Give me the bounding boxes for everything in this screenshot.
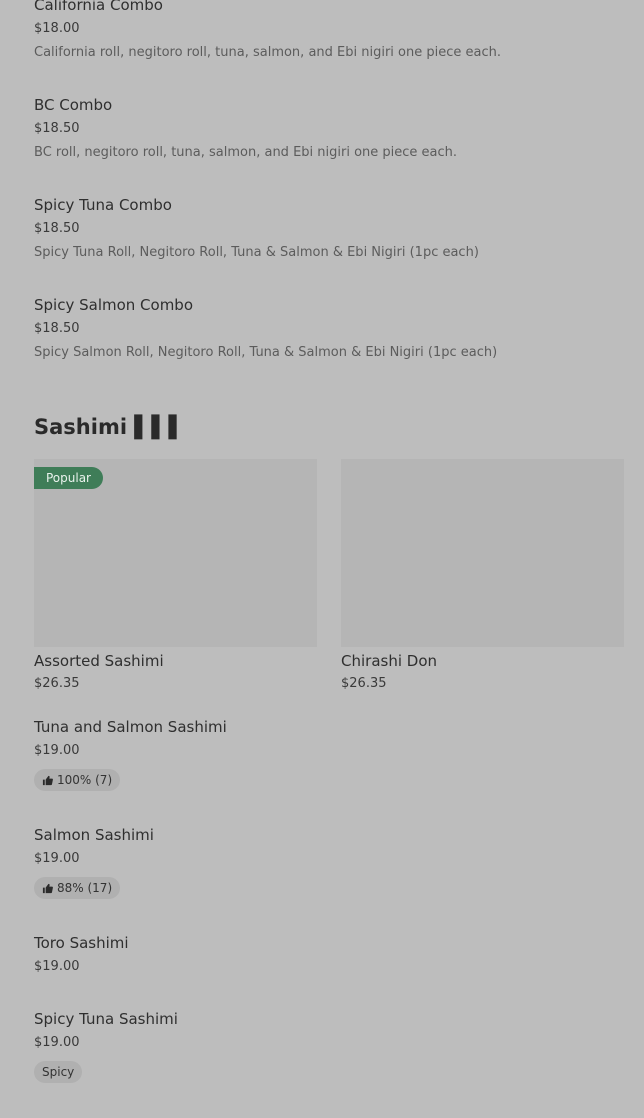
spicy-tag: Spicy xyxy=(34,1061,83,1083)
menu-item-california-combo[interactable]: California Combo $18.00 California roll,… xyxy=(34,0,624,61)
item-price: $18.00 xyxy=(34,21,80,36)
rating-pill: 100% (7) xyxy=(34,769,121,791)
section-title-sashimi: Sashimi ▌▌▌ xyxy=(34,414,186,440)
menu-item-spicy-tuna-sashimi[interactable]: Spicy Tuna Sashimi $19.00 Spicy xyxy=(34,1010,624,1083)
item-price: $19.00 xyxy=(34,1035,80,1050)
card-name: Chirashi Don xyxy=(341,652,437,670)
item-name: Salmon Sashimi xyxy=(34,826,154,844)
section-title-suffix: ▌▌▌ xyxy=(134,415,186,439)
menu-item-spicy-tuna-combo[interactable]: Spicy Tuna Combo $18.50 Spicy Tuna Roll,… xyxy=(34,196,624,261)
item-name: Toro Sashimi xyxy=(34,934,129,952)
featured-card-chirashi-don[interactable]: Chirashi Don $26.35 xyxy=(341,459,624,692)
featured-card-assorted-sashimi[interactable]: Popular Assorted Sashimi $26.35 xyxy=(34,459,317,692)
item-name: Spicy Tuna Sashimi xyxy=(34,1010,178,1028)
menu-item-bc-combo[interactable]: BC Combo $18.50 BC roll, negitoro roll, … xyxy=(34,96,624,161)
item-description: California roll, negitoro roll, tuna, sa… xyxy=(34,45,501,60)
item-name: BC Combo xyxy=(34,96,113,114)
thumbs-up-icon xyxy=(42,883,53,893)
item-price: $18.50 xyxy=(34,221,80,236)
item-description: Spicy Salmon Roll, Negitoro Roll, Tuna &… xyxy=(34,345,498,360)
menu-item-toro-sashimi[interactable]: Toro Sashimi $19.00 xyxy=(34,934,624,975)
item-name: Tuna and Salmon Sashimi xyxy=(34,718,227,736)
menu-item-salmon-sashimi[interactable]: Salmon Sashimi $19.00 88% (17) xyxy=(34,826,624,899)
item-price: $18.50 xyxy=(34,321,80,336)
item-description: BC roll, negitoro roll, tuna, salmon, an… xyxy=(34,145,458,160)
rating-text: 88% (17) xyxy=(57,881,113,895)
card-price: $26.35 xyxy=(34,676,80,691)
item-description: Spicy Tuna Roll, Negitoro Roll, Tuna & S… xyxy=(34,245,479,260)
item-price: $19.00 xyxy=(34,959,80,974)
item-name: Spicy Tuna Combo xyxy=(34,196,172,214)
card-price: $26.35 xyxy=(341,676,387,691)
popular-badge: Popular xyxy=(34,467,103,489)
item-image-placeholder xyxy=(341,459,624,647)
thumbs-up-icon xyxy=(42,775,53,785)
item-price: $19.00 xyxy=(34,851,80,866)
menu-item-spicy-salmon-combo[interactable]: Spicy Salmon Combo $18.50 Spicy Salmon R… xyxy=(34,296,624,361)
section-title-text: Sashimi xyxy=(34,415,128,439)
item-image-placeholder: Popular xyxy=(34,459,317,647)
item-price: $19.00 xyxy=(34,743,80,758)
rating-text: 100% (7) xyxy=(57,773,113,787)
item-name: California Combo xyxy=(34,0,163,14)
item-price: $18.50 xyxy=(34,121,80,136)
item-name: Spicy Salmon Combo xyxy=(34,296,194,314)
rating-pill: 88% (17) xyxy=(34,877,121,899)
card-name: Assorted Sashimi xyxy=(34,652,164,670)
menu-item-tuna-and-salmon-sashimi[interactable]: Tuna and Salmon Sashimi $19.00 100% (7) xyxy=(34,718,624,791)
